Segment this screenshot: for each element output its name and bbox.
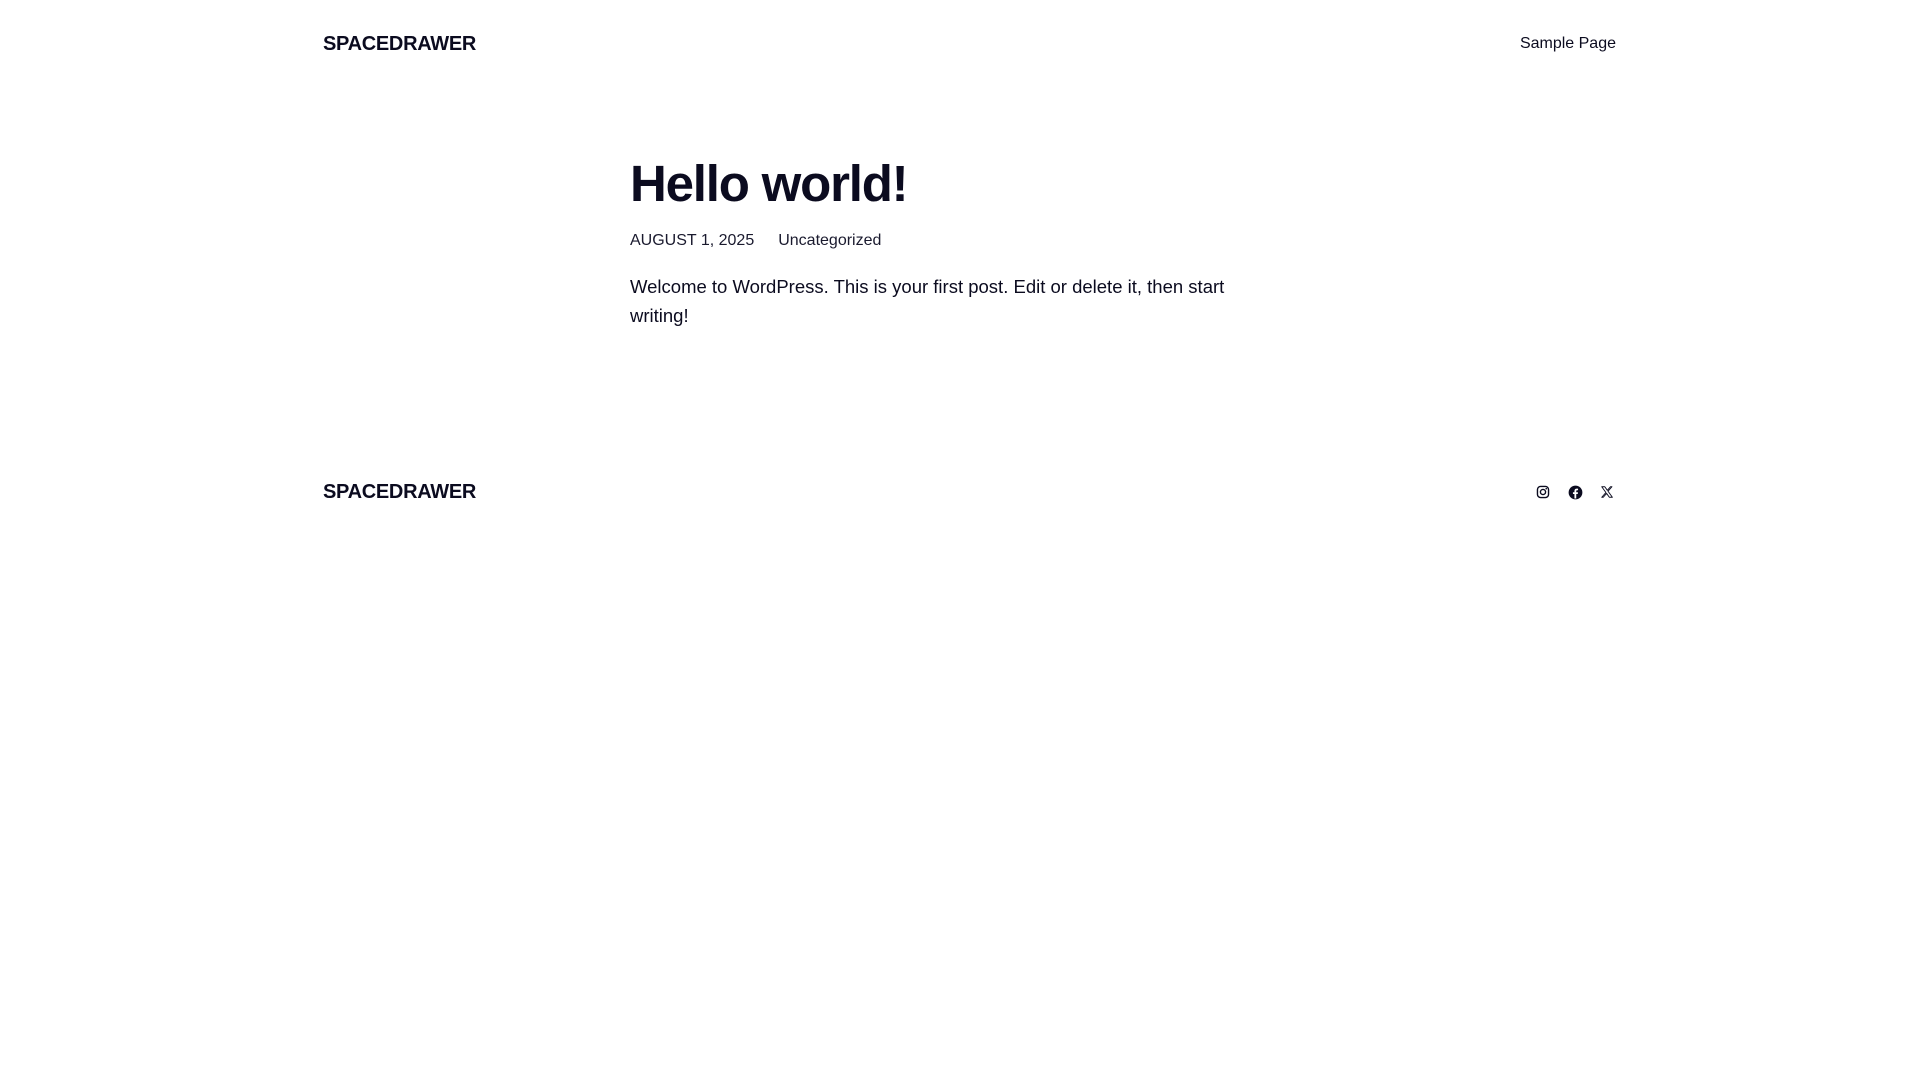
nav-item-sample-page[interactable]: Sample Page — [1520, 35, 1616, 52]
post-title: Hello world! — [630, 155, 909, 212]
post-content: Welcome to WordPress. This is your first… — [630, 276, 1225, 326]
footer-site-title-link[interactable]: SPACEDRAWER — [323, 481, 476, 504]
page: SPACEDRAWER Sample Page Hello world! AUG… — [0, 0, 1920, 1080]
post-meta: AUGUST 1, 2025 Uncategorized — [630, 232, 1290, 250]
post: Hello world! AUGUST 1, 2025 Uncategorize… — [630, 150, 1290, 330]
x-icon[interactable] — [1598, 483, 1616, 501]
facebook-icon[interactable] — [1566, 483, 1584, 501]
instagram-icon[interactable] — [1534, 483, 1552, 501]
site-title-link[interactable]: SPACEDRAWER — [323, 33, 476, 56]
social-links — [1534, 483, 1616, 501]
site-footer: SPACEDRAWER — [323, 476, 1616, 508]
primary-nav: Sample Page — [1520, 35, 1616, 53]
site-header: SPACEDRAWER Sample Page — [323, 28, 1616, 60]
post-category-link[interactable]: Uncategorized — [778, 232, 881, 250]
post-date: AUGUST 1, 2025 — [630, 232, 755, 249]
